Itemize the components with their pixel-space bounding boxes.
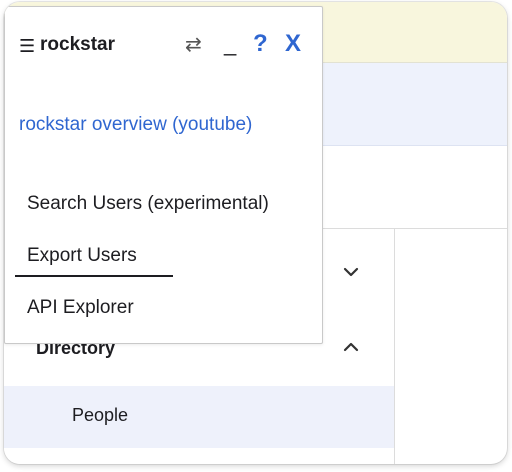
chevron-down-icon[interactable] bbox=[339, 260, 363, 284]
brand-title: rockstar bbox=[40, 34, 115, 55]
menu-item-api-explorer[interactable]: API Explorer bbox=[27, 297, 134, 319]
overview-video-link[interactable]: rockstar overview (youtube) bbox=[19, 114, 252, 136]
menu-icon[interactable]: ☰ bbox=[19, 36, 35, 57]
nav-item-people[interactable]: People bbox=[4, 386, 394, 448]
close-button[interactable]: X bbox=[285, 30, 301, 58]
swap-icon[interactable]: ⇄ bbox=[185, 32, 202, 57]
help-button[interactable]: ? bbox=[253, 30, 268, 58]
minimize-button[interactable]: _ bbox=[224, 31, 236, 57]
rockstar-popup: ☰ rockstar ⇄ _ ? X rockstar overview (yo… bbox=[4, 6, 323, 344]
chevron-up-icon[interactable] bbox=[339, 335, 363, 359]
nav-people-label: People bbox=[72, 405, 129, 425]
hover-underline bbox=[15, 275, 173, 277]
menu-item-export-users[interactable]: Export Users bbox=[27, 245, 137, 267]
popup-header: ☰ rockstar ⇄ _ ? X bbox=[5, 7, 322, 77]
menu-item-search-users[interactable]: Search Users (experimental) bbox=[27, 193, 269, 215]
app-window: Directory People ☰ rockstar ⇄ _ ? X rock… bbox=[4, 2, 507, 464]
